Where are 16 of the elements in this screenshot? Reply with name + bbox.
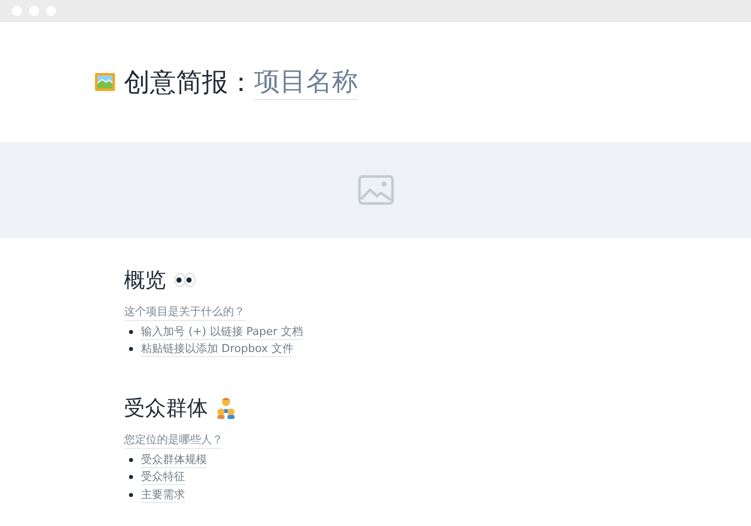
question-prompt[interactable]: 这个项目是关于什么的？ [124, 304, 245, 321]
family-icon [216, 397, 236, 419]
document-title: 创意简报： [124, 66, 254, 98]
section-heading: 受众群体 [124, 395, 208, 422]
framed-picture-icon [95, 73, 115, 91]
list-item[interactable]: 粘贴链接以添加 Dropbox 文件 [141, 341, 294, 358]
list-item[interactable]: 主要需求 [141, 486, 185, 503]
question-prompt[interactable]: 您定位的是哪些人？ [124, 432, 223, 449]
image-icon [358, 175, 394, 205]
title-placeholder[interactable]: 项目名称 [254, 64, 358, 100]
eyes-icon [174, 273, 196, 287]
list-item[interactable]: 受众群体规模 [141, 452, 207, 468]
list-item[interactable]: 输入加号 (+) 以链接 Paper 文档 [141, 324, 303, 340]
section-heading: 概览 [124, 267, 166, 294]
cover-image-placeholder[interactable] [0, 142, 751, 238]
list-item[interactable]: 受众特征 [141, 469, 185, 486]
